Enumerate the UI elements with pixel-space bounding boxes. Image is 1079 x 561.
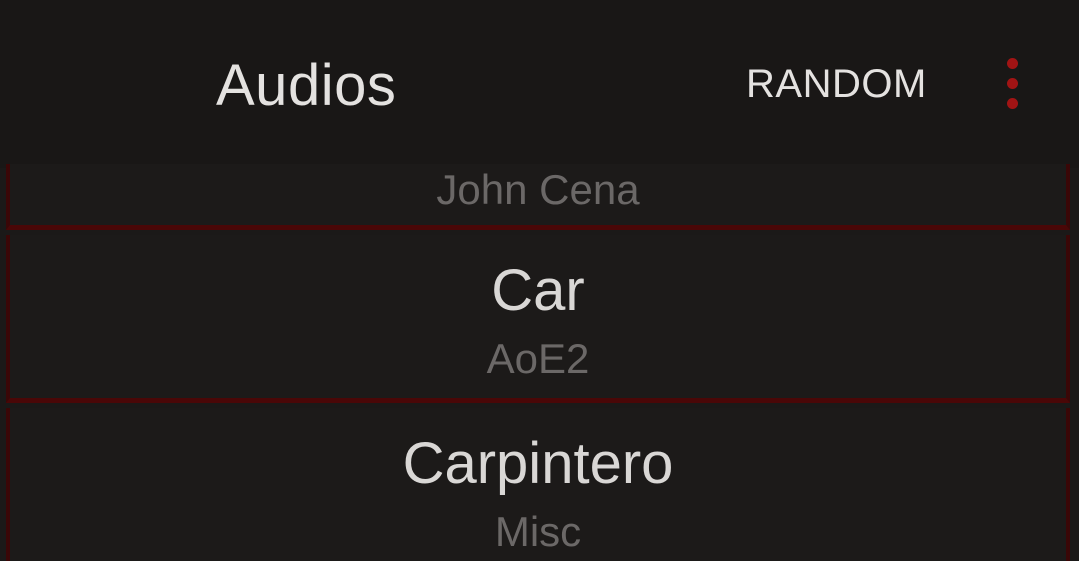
toolbar: Audios RANDOM [0, 0, 1079, 168]
app-window: Audios RANDOM John Cena Car AoE2 Carpint… [0, 0, 1079, 561]
page-title: Audios [216, 53, 397, 118]
list-item[interactable]: Carpintero Misc [6, 408, 1070, 561]
list-item-subtitle: AoE2 [486, 335, 590, 382]
more-vert-icon[interactable] [996, 54, 1032, 114]
list-item-subtitle: John Cena [436, 166, 640, 213]
list-item[interactable]: Car AoE2 [6, 235, 1070, 403]
menu-dot [1007, 98, 1018, 109]
menu-dot [1007, 78, 1018, 89]
list-item[interactable]: John Cena [6, 164, 1070, 230]
menu-dot [1007, 58, 1018, 69]
list-item-title: Car [491, 258, 585, 323]
random-button[interactable]: RANDOM [746, 62, 927, 107]
list-item-title: Carpintero [402, 431, 674, 496]
audio-list: John Cena Car AoE2 Carpintero Misc [0, 164, 1079, 561]
list-item-subtitle: Misc [494, 508, 582, 555]
